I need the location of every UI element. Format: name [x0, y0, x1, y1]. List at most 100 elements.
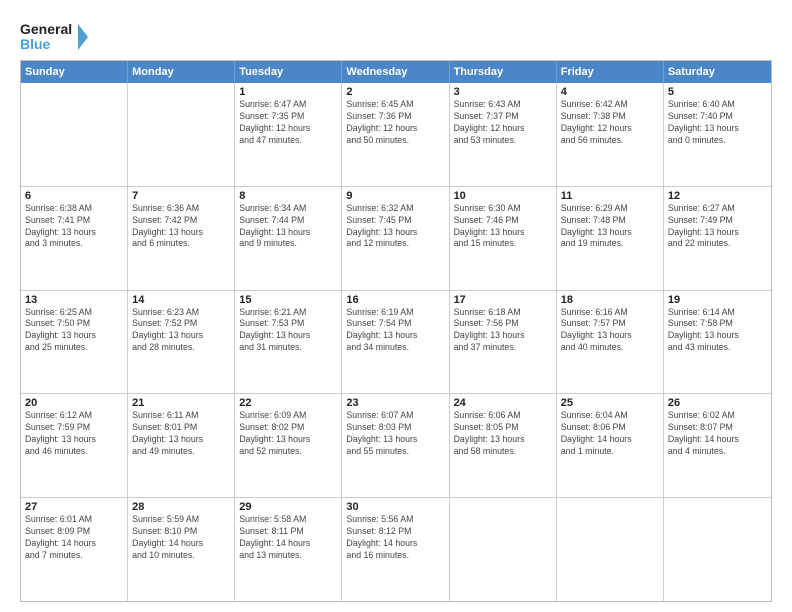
cal-cell-4-6	[664, 498, 771, 601]
cal-cell-4-5	[557, 498, 664, 601]
day-number-4: 4	[561, 86, 659, 98]
cell-info-18: Sunrise: 6:16 AM Sunset: 7:57 PM Dayligh…	[561, 307, 659, 355]
week-row-1: 6Sunrise: 6:38 AM Sunset: 7:41 PM Daylig…	[21, 187, 771, 291]
day-number-15: 15	[239, 294, 337, 306]
cell-info-21: Sunrise: 6:11 AM Sunset: 8:01 PM Dayligh…	[132, 410, 230, 458]
cal-cell-1-0: 6Sunrise: 6:38 AM Sunset: 7:41 PM Daylig…	[21, 187, 128, 290]
day-number-12: 12	[668, 190, 767, 202]
day-number-5: 5	[668, 86, 767, 98]
day-number-10: 10	[454, 190, 552, 202]
header-day-3: Wednesday	[342, 61, 449, 83]
cell-info-26: Sunrise: 6:02 AM Sunset: 8:07 PM Dayligh…	[668, 410, 767, 458]
cal-cell-2-0: 13Sunrise: 6:25 AM Sunset: 7:50 PM Dayli…	[21, 291, 128, 394]
cal-cell-2-2: 15Sunrise: 6:21 AM Sunset: 7:53 PM Dayli…	[235, 291, 342, 394]
cal-cell-0-5: 4Sunrise: 6:42 AM Sunset: 7:38 PM Daylig…	[557, 83, 664, 186]
cal-cell-1-5: 11Sunrise: 6:29 AM Sunset: 7:48 PM Dayli…	[557, 187, 664, 290]
cell-info-12: Sunrise: 6:27 AM Sunset: 7:49 PM Dayligh…	[668, 203, 767, 251]
day-number-11: 11	[561, 190, 659, 202]
day-number-25: 25	[561, 397, 659, 409]
week-row-0: 1Sunrise: 6:47 AM Sunset: 7:35 PM Daylig…	[21, 83, 771, 187]
day-number-3: 3	[454, 86, 552, 98]
day-number-2: 2	[346, 86, 444, 98]
cal-cell-3-4: 24Sunrise: 6:06 AM Sunset: 8:05 PM Dayli…	[450, 394, 557, 497]
day-number-20: 20	[25, 397, 123, 409]
cell-info-27: Sunrise: 6:01 AM Sunset: 8:09 PM Dayligh…	[25, 514, 123, 562]
day-number-29: 29	[239, 501, 337, 513]
cell-info-2: Sunrise: 6:45 AM Sunset: 7:36 PM Dayligh…	[346, 99, 444, 147]
calendar: SundayMondayTuesdayWednesdayThursdayFrid…	[20, 60, 772, 602]
cell-info-10: Sunrise: 6:30 AM Sunset: 7:46 PM Dayligh…	[454, 203, 552, 251]
cal-cell-0-4: 3Sunrise: 6:43 AM Sunset: 7:37 PM Daylig…	[450, 83, 557, 186]
day-number-27: 27	[25, 501, 123, 513]
header-day-4: Thursday	[450, 61, 557, 83]
day-number-21: 21	[132, 397, 230, 409]
cal-cell-3-3: 23Sunrise: 6:07 AM Sunset: 8:03 PM Dayli…	[342, 394, 449, 497]
page: General Blue SundayMondayTuesdayWednesda…	[0, 0, 792, 612]
header-day-1: Monday	[128, 61, 235, 83]
header-day-2: Tuesday	[235, 61, 342, 83]
day-number-19: 19	[668, 294, 767, 306]
cal-cell-0-3: 2Sunrise: 6:45 AM Sunset: 7:36 PM Daylig…	[342, 83, 449, 186]
day-number-13: 13	[25, 294, 123, 306]
cell-info-3: Sunrise: 6:43 AM Sunset: 7:37 PM Dayligh…	[454, 99, 552, 147]
cell-info-1: Sunrise: 6:47 AM Sunset: 7:35 PM Dayligh…	[239, 99, 337, 147]
logo-svg: General Blue	[20, 18, 90, 56]
cell-info-15: Sunrise: 6:21 AM Sunset: 7:53 PM Dayligh…	[239, 307, 337, 355]
cal-cell-2-1: 14Sunrise: 6:23 AM Sunset: 7:52 PM Dayli…	[128, 291, 235, 394]
cal-cell-1-1: 7Sunrise: 6:36 AM Sunset: 7:42 PM Daylig…	[128, 187, 235, 290]
cal-cell-0-0	[21, 83, 128, 186]
week-row-2: 13Sunrise: 6:25 AM Sunset: 7:50 PM Dayli…	[21, 291, 771, 395]
day-number-28: 28	[132, 501, 230, 513]
day-number-23: 23	[346, 397, 444, 409]
cal-cell-3-5: 25Sunrise: 6:04 AM Sunset: 8:06 PM Dayli…	[557, 394, 664, 497]
header-day-6: Saturday	[664, 61, 771, 83]
cell-info-24: Sunrise: 6:06 AM Sunset: 8:05 PM Dayligh…	[454, 410, 552, 458]
cell-info-25: Sunrise: 6:04 AM Sunset: 8:06 PM Dayligh…	[561, 410, 659, 458]
logo: General Blue	[20, 18, 90, 56]
svg-text:Blue: Blue	[20, 36, 51, 52]
cal-cell-0-2: 1Sunrise: 6:47 AM Sunset: 7:35 PM Daylig…	[235, 83, 342, 186]
cal-cell-2-5: 18Sunrise: 6:16 AM Sunset: 7:57 PM Dayli…	[557, 291, 664, 394]
day-number-17: 17	[454, 294, 552, 306]
cell-info-14: Sunrise: 6:23 AM Sunset: 7:52 PM Dayligh…	[132, 307, 230, 355]
cal-cell-3-6: 26Sunrise: 6:02 AM Sunset: 8:07 PM Dayli…	[664, 394, 771, 497]
cal-cell-1-4: 10Sunrise: 6:30 AM Sunset: 7:46 PM Dayli…	[450, 187, 557, 290]
cal-cell-4-4	[450, 498, 557, 601]
calendar-header: SundayMondayTuesdayWednesdayThursdayFrid…	[21, 61, 771, 83]
cell-info-22: Sunrise: 6:09 AM Sunset: 8:02 PM Dayligh…	[239, 410, 337, 458]
cell-info-6: Sunrise: 6:38 AM Sunset: 7:41 PM Dayligh…	[25, 203, 123, 251]
cal-cell-0-6: 5Sunrise: 6:40 AM Sunset: 7:40 PM Daylig…	[664, 83, 771, 186]
cal-cell-2-6: 19Sunrise: 6:14 AM Sunset: 7:58 PM Dayli…	[664, 291, 771, 394]
week-row-3: 20Sunrise: 6:12 AM Sunset: 7:59 PM Dayli…	[21, 394, 771, 498]
day-number-7: 7	[132, 190, 230, 202]
cal-cell-2-4: 17Sunrise: 6:18 AM Sunset: 7:56 PM Dayli…	[450, 291, 557, 394]
cal-cell-4-1: 28Sunrise: 5:59 AM Sunset: 8:10 PM Dayli…	[128, 498, 235, 601]
svg-text:General: General	[20, 21, 72, 37]
cell-info-17: Sunrise: 6:18 AM Sunset: 7:56 PM Dayligh…	[454, 307, 552, 355]
cell-info-9: Sunrise: 6:32 AM Sunset: 7:45 PM Dayligh…	[346, 203, 444, 251]
cal-cell-1-2: 8Sunrise: 6:34 AM Sunset: 7:44 PM Daylig…	[235, 187, 342, 290]
cell-info-23: Sunrise: 6:07 AM Sunset: 8:03 PM Dayligh…	[346, 410, 444, 458]
day-number-22: 22	[239, 397, 337, 409]
day-number-30: 30	[346, 501, 444, 513]
cal-cell-4-2: 29Sunrise: 5:58 AM Sunset: 8:11 PM Dayli…	[235, 498, 342, 601]
header: General Blue	[20, 18, 772, 56]
cell-info-4: Sunrise: 6:42 AM Sunset: 7:38 PM Dayligh…	[561, 99, 659, 147]
cell-info-16: Sunrise: 6:19 AM Sunset: 7:54 PM Dayligh…	[346, 307, 444, 355]
calendar-body: 1Sunrise: 6:47 AM Sunset: 7:35 PM Daylig…	[21, 83, 771, 601]
cal-cell-0-1	[128, 83, 235, 186]
cal-cell-3-1: 21Sunrise: 6:11 AM Sunset: 8:01 PM Dayli…	[128, 394, 235, 497]
cell-info-29: Sunrise: 5:58 AM Sunset: 8:11 PM Dayligh…	[239, 514, 337, 562]
day-number-26: 26	[668, 397, 767, 409]
week-row-4: 27Sunrise: 6:01 AM Sunset: 8:09 PM Dayli…	[21, 498, 771, 601]
cal-cell-1-6: 12Sunrise: 6:27 AM Sunset: 7:49 PM Dayli…	[664, 187, 771, 290]
day-number-18: 18	[561, 294, 659, 306]
day-number-1: 1	[239, 86, 337, 98]
cell-info-20: Sunrise: 6:12 AM Sunset: 7:59 PM Dayligh…	[25, 410, 123, 458]
cal-cell-3-2: 22Sunrise: 6:09 AM Sunset: 8:02 PM Dayli…	[235, 394, 342, 497]
cell-info-7: Sunrise: 6:36 AM Sunset: 7:42 PM Dayligh…	[132, 203, 230, 251]
cell-info-28: Sunrise: 5:59 AM Sunset: 8:10 PM Dayligh…	[132, 514, 230, 562]
header-day-5: Friday	[557, 61, 664, 83]
day-number-24: 24	[454, 397, 552, 409]
cell-info-30: Sunrise: 5:56 AM Sunset: 8:12 PM Dayligh…	[346, 514, 444, 562]
